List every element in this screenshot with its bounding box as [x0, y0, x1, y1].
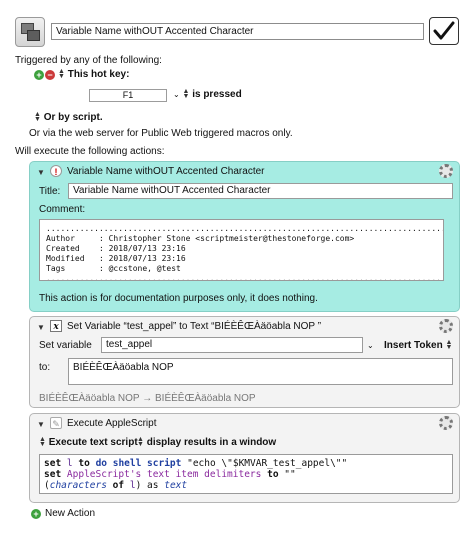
to-value-field[interactable]: BIÉÈÊŒÀäöabla NOP: [68, 358, 453, 385]
disclosure-triangle-icon[interactable]: ▼: [37, 168, 45, 177]
comment-line: Author : Christopher Stone <scriptmeiste…: [46, 234, 355, 243]
script-icon: ✎: [50, 417, 62, 429]
gear-icon[interactable]: [439, 164, 453, 178]
comment-line: Tags : @ccstone, @test: [46, 264, 181, 273]
updown-icon: ▲ ▼: [445, 339, 453, 352]
updown-icon: ▲ ▼: [39, 436, 46, 449]
comment-footer: This action is for documentation purpose…: [39, 293, 318, 304]
macro-enabled-checkbox[interactable]: [429, 17, 459, 45]
hot-key-trigger[interactable]: ▲ ▼ This hot key:: [58, 68, 129, 81]
macro-icon[interactable]: [15, 17, 45, 47]
updown-icon: ▲ ▼: [34, 111, 41, 124]
add-action-icon[interactable]: +: [31, 509, 41, 519]
comment-dots-top: ........................................…: [46, 224, 443, 233]
chevron-down-icon: ⌄: [173, 90, 180, 99]
display-results-select[interactable]: ▲ ▼ display results in a window: [137, 436, 276, 449]
insert-token-button[interactable]: Insert Token ▲ ▼: [384, 339, 453, 352]
comment-dots-bottom: ........................................…: [46, 274, 443, 281]
comment-title-field[interactable]: Variable Name withOUT Accented Character: [68, 183, 453, 199]
comment-icon: !: [50, 165, 62, 177]
disclosure-triangle-icon[interactable]: ▼: [37, 323, 45, 332]
code-line-2: set AppleScript's text item delimiters t…: [44, 469, 296, 480]
code-line-3: (characters of l) as text: [44, 480, 188, 491]
add-trigger-icon[interactable]: +: [34, 70, 44, 80]
execute-applescript-action[interactable]: ▼ ✎ Execute AppleScript ▲ ▼ Execute text …: [29, 413, 460, 503]
macro-name-field[interactable]: Variable Name withOUT Accented Character: [51, 23, 424, 40]
updown-icon: ▲ ▼: [137, 436, 144, 449]
or-by-script[interactable]: ▲ ▼ Or by script.: [34, 111, 103, 124]
gear-icon[interactable]: [439, 319, 453, 333]
set-variable-action[interactable]: ▼ x Set Variable “test_appel” to Text “B…: [29, 316, 460, 408]
applescript-code-area[interactable]: set l to do shell script "echo \"$KMVAR_…: [39, 454, 453, 494]
hot-key-field[interactable]: F1: [89, 89, 167, 102]
window-icon-front: [27, 30, 40, 41]
chevron-down-icon[interactable]: ⌄: [367, 340, 374, 352]
gear-icon[interactable]: [439, 416, 453, 430]
variable-icon: x: [50, 320, 62, 332]
comment-line: Created : 2018/07/13 23:16: [46, 244, 186, 253]
will-execute-label: Will execute the following actions:: [15, 146, 165, 157]
to-label: to:: [39, 362, 51, 373]
comment-label: Comment:: [39, 204, 86, 215]
hot-key-state-select[interactable]: ⌄ ▲ ▼ is pressed: [173, 88, 242, 101]
set-variable-title: Set Variable “test_appel” to Text “BIÉÈÊ…: [67, 321, 322, 332]
checkmark-icon: [433, 21, 455, 40]
set-variable-label: Set variable: [39, 340, 92, 351]
variable-name-field[interactable]: test_appel: [101, 337, 363, 353]
remove-trigger-icon[interactable]: −: [45, 70, 55, 80]
updown-icon: ▲ ▼: [182, 88, 190, 101]
disclosure-triangle-icon[interactable]: ▼: [37, 420, 45, 429]
code-line-1: set l to do shell script "echo \"$KMVAR_…: [44, 458, 348, 469]
text-preview: BIÉÈÊŒÀäöabla NOP → BIÉÈÊŒÀäöabla NOP: [39, 393, 256, 404]
comment-text-area[interactable]: ........................................…: [39, 219, 444, 281]
comment-action-title: Variable Name withOUT Accented Character: [67, 166, 265, 177]
comment-action[interactable]: ▼ ! Variable Name withOUT Accented Chara…: [29, 161, 460, 312]
script-mode-select[interactable]: ▲ ▼ Execute text script: [39, 436, 138, 449]
applescript-title: Execute AppleScript: [67, 418, 157, 429]
new-action-button[interactable]: New Action: [45, 508, 95, 520]
comment-line: Modified : 2018/07/13 23:16: [46, 254, 186, 263]
updown-icon: ▲ ▼: [58, 68, 65, 81]
web-server-label: Or via the web server for Public Web tri…: [29, 128, 293, 139]
title-label: Title:: [39, 186, 61, 197]
triggered-by-label: Triggered by any of the following:: [15, 55, 162, 66]
